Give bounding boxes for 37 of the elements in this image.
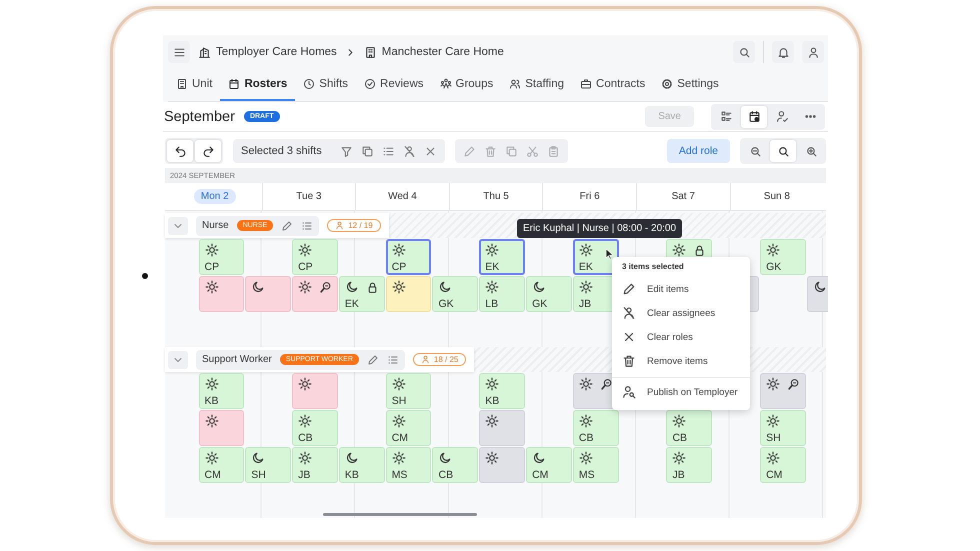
assignee-initials: CB [578,432,594,443]
assignee-initials: GK [766,262,782,272]
assignee-initials: CB [438,470,454,480]
assignee-initials: CB [298,432,314,443]
assignee-initials: LB [485,298,500,309]
assignee-initials: CM [204,470,222,480]
staff-count: 18 / 25 [412,353,466,366]
menu-title: 3 items selected [621,262,685,273]
assignee-initials: KB [344,470,360,480]
assignee-initials: CP [204,262,220,272]
assignee-initials: SH [766,432,782,443]
assignee-initials: EK [485,262,500,272]
assignee-initials: EK [344,298,360,309]
assignee-initials: CM [392,432,410,443]
assignee-initials: MS [578,470,596,480]
assignee-initials: CB [672,432,688,443]
staff-count: 12 / 19 [327,219,381,232]
assignee-initials: JB [578,298,592,309]
assignee-initials: KB [485,396,500,406]
assignee-initials: GK [532,298,548,309]
assignee-initials: SH [251,470,267,480]
assignee-initials: EK [578,262,594,272]
role-name: Support Worker [202,354,272,365]
assignee-initials: MS [392,470,408,480]
assignee-initials: SH [392,396,408,406]
assignee-initials: CP [392,262,408,272]
assignee-initials: GK [438,298,455,309]
selection-label: Selected 3 shifts [241,145,322,158]
page-title: September [164,108,235,125]
assignee-initials: JB [298,470,312,480]
assignee-initials: CM [532,470,550,480]
assignee-initials: KB [204,396,220,406]
assignee-initials: JB [672,470,686,480]
tooltip: Eric Kuphal | Nurse | 08:00 - 20:00 [517,219,682,238]
assignee-initials: CM [766,470,784,480]
role-name: Nurse [202,220,229,231]
assignee-initials: CP [298,262,314,272]
